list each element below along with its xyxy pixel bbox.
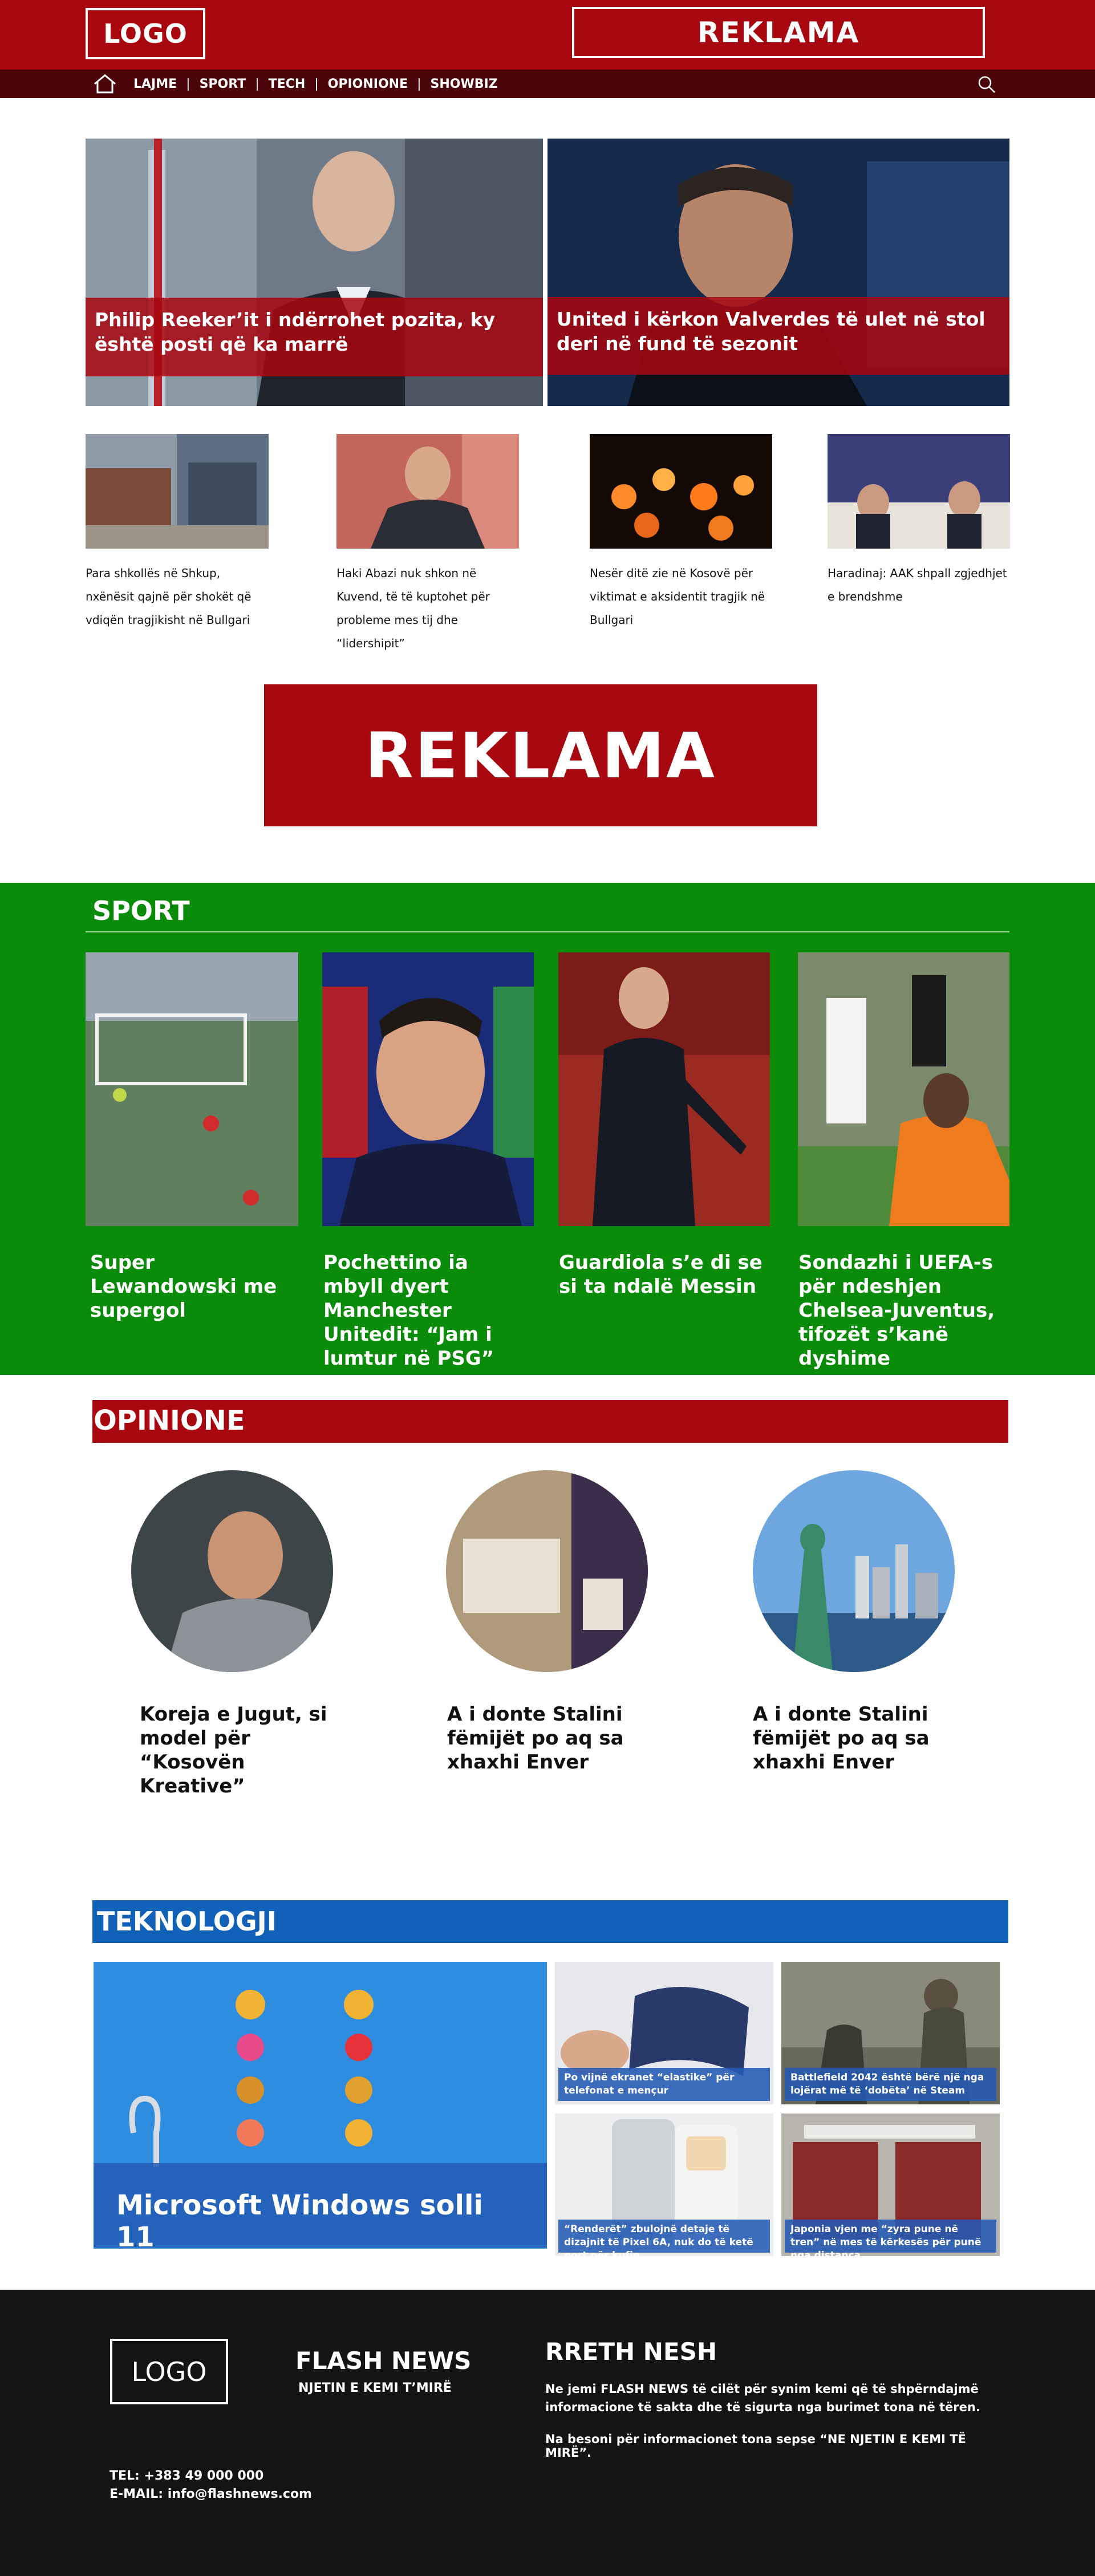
sport-section-title[interactable]: SPORT — [92, 895, 190, 926]
opinion-avatar-1[interactable] — [131, 1470, 333, 1672]
news-thumb-1[interactable] — [86, 434, 269, 549]
tech-title-2[interactable]: Battlefield 2042 është bërë një nga lojë… — [785, 2068, 996, 2101]
sport-thumb-4[interactable] — [798, 952, 1009, 1226]
hero-title-1[interactable]: Philip Reeker’it i ndërrohet pozita, ky … — [86, 298, 543, 376]
opinion-avatar-3[interactable] — [753, 1470, 955, 1672]
footer-phone[interactable]: TEL: +383 49 000 000 — [110, 2469, 263, 2483]
news-title-4[interactable]: Haradinaj: AAK shpall zgjedhjet e brends… — [828, 562, 1010, 608]
opinion-title-2[interactable]: A i donte Stalini fëmijët po aq sa xhaxh… — [447, 1702, 670, 1774]
news-title-3[interactable]: Nesër ditë zie në Kosovë për viktimat e … — [590, 562, 772, 632]
sport-thumb-3[interactable] — [558, 952, 770, 1226]
hero-article-2[interactable]: United i kërkon Valverdes të ulet në sto… — [548, 139, 1009, 406]
sport-divider — [86, 931, 1009, 932]
nav-separator: | — [314, 76, 319, 91]
opinion-avatar-2[interactable] — [446, 1470, 648, 1672]
site-logo[interactable]: LOGO — [86, 8, 205, 59]
footer-about-title: RRETH NESH — [545, 2338, 717, 2366]
nav-separator: | — [255, 76, 259, 91]
header-ad-banner[interactable]: REKLAMA — [572, 7, 985, 58]
footer-about-note: Na besoni për informacionet tona sepse “… — [545, 2432, 966, 2460]
home-icon[interactable] — [92, 73, 117, 95]
nav-menu: LAJME | SPORT | TECH | OPIONIONE | SHOWB… — [133, 70, 505, 98]
hero-article-1[interactable]: Philip Reeker’it i ndërrohet pozita, ky … — [86, 139, 543, 406]
sport-section: SPORT Super Lewandowski me supergol Poch… — [0, 883, 1095, 1375]
tech-article-1[interactable]: Po vijnë ekranet “elastike” për telefona… — [555, 1962, 773, 2104]
tech-article-4[interactable]: Japonia vjen me “zyra pune në tren” në m… — [781, 2113, 1000, 2256]
nav-item-lajme[interactable]: LAJME — [133, 77, 184, 91]
sport-title-1[interactable]: Super Lewandowski me supergol — [90, 1251, 301, 1323]
sport-title-3[interactable]: Guardiola s’e di se si ta ndalë Messin — [559, 1251, 770, 1299]
sport-thumb-2[interactable] — [322, 952, 534, 1226]
opinione-section-title[interactable]: OPINIONE — [92, 1400, 1008, 1443]
news-title-1[interactable]: Para shkollës në Shkup, nxënësit qajnë p… — [86, 562, 268, 632]
footer-slogan: NJETIN E KEMI T’MIRË — [298, 2381, 452, 2395]
opinion-title-3[interactable]: A i donte Stalini fëmijët po aq sa xhaxh… — [753, 1702, 975, 1774]
sport-thumb-1[interactable] — [86, 952, 298, 1226]
tech-title-4[interactable]: Japonia vjen me “zyra pune në tren” në m… — [785, 2220, 996, 2256]
footer-about-text: Ne jemi FLASH NEWS të cilët për synim ke… — [545, 2382, 980, 2414]
tech-article-2[interactable]: Battlefield 2042 është bërë një nga lojë… — [781, 1962, 1000, 2104]
news-thumb-4[interactable] — [828, 434, 1010, 549]
opinion-title-1[interactable]: Koreja e Jugut, si model për “Kosovën Kr… — [140, 1702, 328, 1798]
news-thumb-3[interactable] — [590, 434, 772, 549]
footer-brand: FLASH NEWS — [295, 2347, 472, 2375]
news-title-2[interactable]: Haki Abazi nuk shkon në Kuvend, të të ku… — [336, 562, 502, 655]
tech-title-3[interactable]: “Renderët” zbulojnë detaje të dizajnit t… — [558, 2220, 770, 2256]
site-footer: LOGO FLASH NEWS NJETIN E KEMI T’MIRË RRE… — [0, 2290, 1095, 2576]
tech-main-title[interactable]: Microsoft Windows solli 11 — [94, 2163, 547, 2249]
news-thumb-2[interactable] — [336, 434, 519, 549]
nav-item-sport[interactable]: SPORT — [193, 77, 253, 91]
tech-title-1[interactable]: Po vijnë ekranet “elastike” për telefona… — [558, 2068, 770, 2101]
tech-section-title[interactable]: TEKNOLOGJI — [92, 1900, 1008, 1943]
nav-item-tech[interactable]: TECH — [262, 77, 313, 91]
tech-article-3[interactable]: “Renderët” zbulojnë detaje të dizajnit t… — [555, 2113, 773, 2256]
nav-separator: | — [417, 76, 421, 91]
nav-item-opinione[interactable]: OPIONIONE — [321, 77, 415, 91]
middle-ad-banner[interactable]: REKLAMA — [264, 684, 817, 826]
nav-separator: | — [186, 76, 190, 91]
tech-main-article[interactable]: Microsoft Windows solli 11 — [94, 1962, 547, 2249]
sport-title-4[interactable]: Sondazhi i UEFA-s për ndeshjen Chelsea-J… — [798, 1251, 998, 1370]
hero-title-2[interactable]: United i kërkon Valverdes të ulet në sto… — [548, 297, 1009, 375]
footer-logo[interactable]: LOGO — [110, 2339, 228, 2404]
top-header: LOGO REKLAMA — [0, 0, 1095, 70]
search-icon[interactable] — [976, 74, 997, 95]
nav-item-showbiz[interactable]: SHOWBIZ — [424, 77, 505, 91]
sport-title-2[interactable]: Pochettino ia mbyll dyert Manchester Uni… — [323, 1251, 534, 1370]
footer-email[interactable]: E-MAIL: info@flashnews.com — [110, 2487, 312, 2501]
main-nav: LAJME | SPORT | TECH | OPIONIONE | SHOWB… — [0, 70, 1095, 98]
